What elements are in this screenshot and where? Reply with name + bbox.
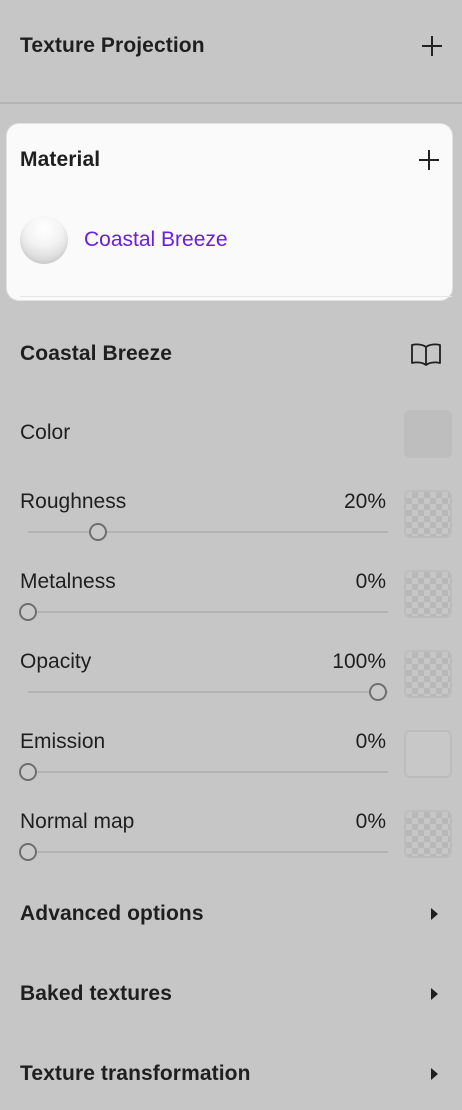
roughness-slider[interactable] [28,523,388,541]
metalness-label: Metalness [20,570,116,593]
chevron-right-icon[interactable] [431,988,438,1000]
normal-map-slider-thumb[interactable] [19,843,37,861]
metalness-value: 0% [355,570,386,593]
card-underline [20,296,452,297]
material-name-link[interactable]: Coastal Breeze [84,228,228,252]
normal-map-slider[interactable] [19,843,388,861]
texture-transformation-header[interactable]: Texture transformation [20,1054,442,1094]
color-label: Color [20,421,71,444]
advanced-options-title: Advanced options [20,902,204,925]
chevron-right-icon[interactable] [431,908,438,920]
texture-projection-header[interactable]: Texture Projection [20,26,442,66]
roughness-value: 20% [343,490,386,513]
material-header: Material [20,140,439,180]
emission-label: Emission [20,730,106,753]
section-divider [0,102,462,104]
metalness-map-swatch[interactable] [404,570,452,618]
color-swatch[interactable] [404,410,452,458]
normal-map-value: 0% [355,810,386,833]
emission-slider[interactable] [19,763,388,781]
material-properties-title: Coastal Breeze [20,342,172,365]
opacity-map-swatch[interactable] [404,650,452,698]
baked-textures-header[interactable]: Baked textures [20,974,442,1014]
opacity-label: Opacity [20,650,92,673]
material-panel: Texture Projection Material Coastal Bree… [0,0,462,1110]
emission-value: 0% [355,730,386,753]
emission-color-swatch[interactable] [404,730,452,778]
material-preview-sphere [20,216,68,264]
metalness-slider[interactable] [19,603,388,621]
roughness-map-swatch[interactable] [404,490,452,538]
emission-slider-thumb[interactable] [19,763,37,781]
roughness-slider-thumb[interactable] [89,523,107,541]
normal-map-label: Normal map [20,810,135,833]
normal-map-swatch[interactable] [404,810,452,858]
material-card: Material Coastal Breeze [7,124,452,300]
baked-textures-title: Baked textures [20,982,172,1005]
material-list-item[interactable]: Coastal Breeze [20,216,228,264]
metalness-slider-thumb[interactable] [19,603,37,621]
material-properties-header: Coastal Breeze [20,334,442,374]
book-icon[interactable] [410,342,442,366]
texture-projection-title: Texture Projection [20,34,205,57]
add-material-plus-icon[interactable] [419,150,439,170]
material-title: Material [20,148,101,171]
opacity-slider-thumb[interactable] [369,683,387,701]
opacity-value: 100% [332,650,386,673]
advanced-options-header[interactable]: Advanced options [20,894,442,934]
add-texture-projection-plus-icon[interactable] [422,36,442,56]
chevron-right-icon[interactable] [431,1068,438,1080]
texture-transformation-title: Texture transformation [20,1062,251,1085]
opacity-slider[interactable] [28,683,388,701]
roughness-label: Roughness [20,490,127,513]
